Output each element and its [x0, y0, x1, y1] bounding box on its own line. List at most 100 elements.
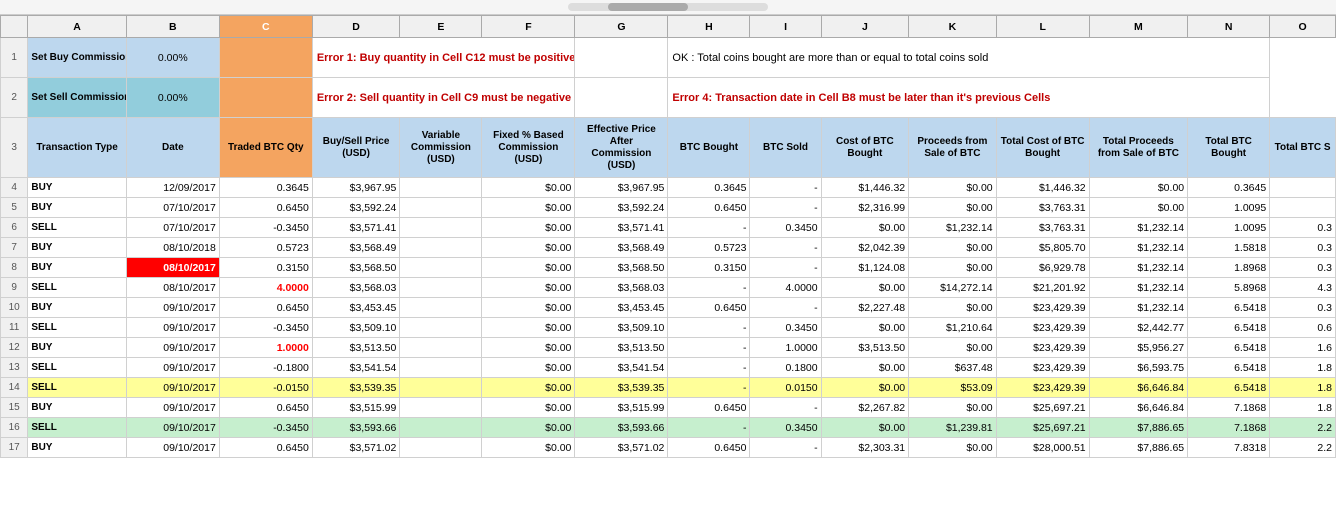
cell-total-btc-bought-12[interactable]: 6.5418 — [1188, 338, 1270, 358]
cell-total-btc-bought-5[interactable]: 1.0095 — [1188, 198, 1270, 218]
sell-commission-value[interactable]: 0.00% — [126, 78, 219, 118]
cell-total-btc-sold-8[interactable]: 0.3 — [1270, 258, 1336, 278]
cell-total-btc-bought-17[interactable]: 7.8318 — [1188, 438, 1270, 458]
cell-total-proceeds-15[interactable]: $6,646.84 — [1089, 398, 1187, 418]
cell-price-16[interactable]: $3,593.66 — [312, 418, 400, 438]
cell-type-14[interactable]: SELL — [28, 378, 126, 398]
cell-eff-price-11[interactable]: $3,509.10 — [575, 318, 668, 338]
cell-total-proceeds-9[interactable]: $1,232.14 — [1089, 278, 1187, 298]
cell-proceeds-sale-5[interactable]: $0.00 — [909, 198, 997, 218]
cell-total-btc-sold-5[interactable] — [1270, 198, 1336, 218]
col-header-g[interactable]: G — [575, 16, 668, 38]
cell-date-15[interactable]: 09/10/2017 — [126, 398, 219, 418]
cell-qty-13[interactable]: -0.1800 — [219, 358, 312, 378]
cell-type-5[interactable]: BUY — [28, 198, 126, 218]
cell-qty-4[interactable]: 0.3645 — [219, 178, 312, 198]
cell-qty-17[interactable]: 0.6450 — [219, 438, 312, 458]
cell-btc-bought-12[interactable]: - — [668, 338, 750, 358]
cell-cost-bought-6[interactable]: $0.00 — [821, 218, 909, 238]
cell-eff-price-17[interactable]: $3,571.02 — [575, 438, 668, 458]
cell-total-proceeds-13[interactable]: $6,593.75 — [1089, 358, 1187, 378]
cell-price-17[interactable]: $3,571.02 — [312, 438, 400, 458]
col-header-c[interactable]: C — [219, 16, 312, 38]
buy-commission-value[interactable]: 0.00% — [126, 38, 219, 78]
cell-price-5[interactable]: $3,592.24 — [312, 198, 400, 218]
cell-btc-sold-8[interactable]: - — [750, 258, 821, 278]
col-header-e[interactable]: E — [400, 16, 482, 38]
cell-date-13[interactable]: 09/10/2017 — [126, 358, 219, 378]
col-header-k[interactable]: K — [909, 16, 997, 38]
col-header-a[interactable]: A — [28, 16, 126, 38]
cell-var-comm-11[interactable] — [400, 318, 482, 338]
cell-type-6[interactable]: SELL — [28, 218, 126, 238]
cell-total-proceeds-17[interactable]: $7,886.65 — [1089, 438, 1187, 458]
cell-total-btc-bought-7[interactable]: 1.5818 — [1188, 238, 1270, 258]
cell-qty-9[interactable]: 4.0000 — [219, 278, 312, 298]
cell-var-comm-9[interactable] — [400, 278, 482, 298]
cell-var-comm-17[interactable] — [400, 438, 482, 458]
col-header-m[interactable]: M — [1089, 16, 1187, 38]
cell-date-12[interactable]: 09/10/2017 — [126, 338, 219, 358]
cell-price-11[interactable]: $3,509.10 — [312, 318, 400, 338]
cell-date-8[interactable]: 08/10/2017 — [126, 258, 219, 278]
cell-type-16[interactable]: SELL — [28, 418, 126, 438]
cell-proceeds-sale-7[interactable]: $0.00 — [909, 238, 997, 258]
cell-total-btc-sold-6[interactable]: 0.3 — [1270, 218, 1336, 238]
cell-btc-sold-13[interactable]: 0.1800 — [750, 358, 821, 378]
cell-proceeds-sale-16[interactable]: $1,239.81 — [909, 418, 997, 438]
cell-var-comm-15[interactable] — [400, 398, 482, 418]
cell-total-cost-4[interactable]: $1,446.32 — [996, 178, 1089, 198]
col-header-j[interactable]: J — [821, 16, 909, 38]
cell-total-btc-bought-9[interactable]: 5.8968 — [1188, 278, 1270, 298]
cell-total-proceeds-10[interactable]: $1,232.14 — [1089, 298, 1187, 318]
cell-total-cost-14[interactable]: $23,429.39 — [996, 378, 1089, 398]
cell-btc-sold-10[interactable]: - — [750, 298, 821, 318]
cell-total-btc-bought-4[interactable]: 0.3645 — [1188, 178, 1270, 198]
cell-total-cost-15[interactable]: $25,697.21 — [996, 398, 1089, 418]
cell-total-cost-12[interactable]: $23,429.39 — [996, 338, 1089, 358]
cell-total-cost-16[interactable]: $25,697.21 — [996, 418, 1089, 438]
cell-proceeds-sale-10[interactable]: $0.00 — [909, 298, 997, 318]
cell-total-cost-6[interactable]: $3,763.31 — [996, 218, 1089, 238]
cell-total-btc-sold-10[interactable]: 0.3 — [1270, 298, 1336, 318]
cell-type-12[interactable]: BUY — [28, 338, 126, 358]
cell-btc-bought-8[interactable]: 0.3150 — [668, 258, 750, 278]
cell-type-15[interactable]: BUY — [28, 398, 126, 418]
cell-proceeds-sale-12[interactable]: $0.00 — [909, 338, 997, 358]
cell-type-8[interactable]: BUY — [28, 258, 126, 278]
cell-date-10[interactable]: 09/10/2017 — [126, 298, 219, 318]
cell-total-cost-11[interactable]: $23,429.39 — [996, 318, 1089, 338]
cell-cost-bought-13[interactable]: $0.00 — [821, 358, 909, 378]
cell-cost-bought-7[interactable]: $2,042.39 — [821, 238, 909, 258]
cell-var-comm-13[interactable] — [400, 358, 482, 378]
cell-cost-bought-12[interactable]: $3,513.50 — [821, 338, 909, 358]
cell-qty-8[interactable]: 0.3150 — [219, 258, 312, 278]
cell-total-btc-sold-15[interactable]: 1.8 — [1270, 398, 1336, 418]
cell-eff-price-14[interactable]: $3,539.35 — [575, 378, 668, 398]
cell-total-proceeds-14[interactable]: $6,646.84 — [1089, 378, 1187, 398]
cell-date-11[interactable]: 09/10/2017 — [126, 318, 219, 338]
cell-total-btc-sold-13[interactable]: 1.8 — [1270, 358, 1336, 378]
cell-type-10[interactable]: BUY — [28, 298, 126, 318]
cell-total-cost-13[interactable]: $23,429.39 — [996, 358, 1089, 378]
cell-var-comm-5[interactable] — [400, 198, 482, 218]
cell-total-btc-bought-15[interactable]: 7.1868 — [1188, 398, 1270, 418]
cell-type-9[interactable]: SELL — [28, 278, 126, 298]
cell-btc-bought-15[interactable]: 0.6450 — [668, 398, 750, 418]
cell-proceeds-sale-8[interactable]: $0.00 — [909, 258, 997, 278]
cell-type-17[interactable]: BUY — [28, 438, 126, 458]
cell-cost-bought-9[interactable]: $0.00 — [821, 278, 909, 298]
cell-fixed-comm-7[interactable]: $0.00 — [482, 238, 575, 258]
cell-btc-sold-16[interactable]: 0.3450 — [750, 418, 821, 438]
cell-total-btc-sold-9[interactable]: 4.3 — [1270, 278, 1336, 298]
scroll-thumb[interactable] — [608, 3, 688, 11]
cell-type-4[interactable]: BUY — [28, 178, 126, 198]
cell-total-cost-17[interactable]: $28,000.51 — [996, 438, 1089, 458]
cell-total-proceeds-6[interactable]: $1,232.14 — [1089, 218, 1187, 238]
cell-proceeds-sale-4[interactable]: $0.00 — [909, 178, 997, 198]
cell-btc-bought-9[interactable]: - — [668, 278, 750, 298]
cell-fixed-comm-13[interactable]: $0.00 — [482, 358, 575, 378]
cell-price-14[interactable]: $3,539.35 — [312, 378, 400, 398]
cell-total-cost-8[interactable]: $6,929.78 — [996, 258, 1089, 278]
cell-type-11[interactable]: SELL — [28, 318, 126, 338]
